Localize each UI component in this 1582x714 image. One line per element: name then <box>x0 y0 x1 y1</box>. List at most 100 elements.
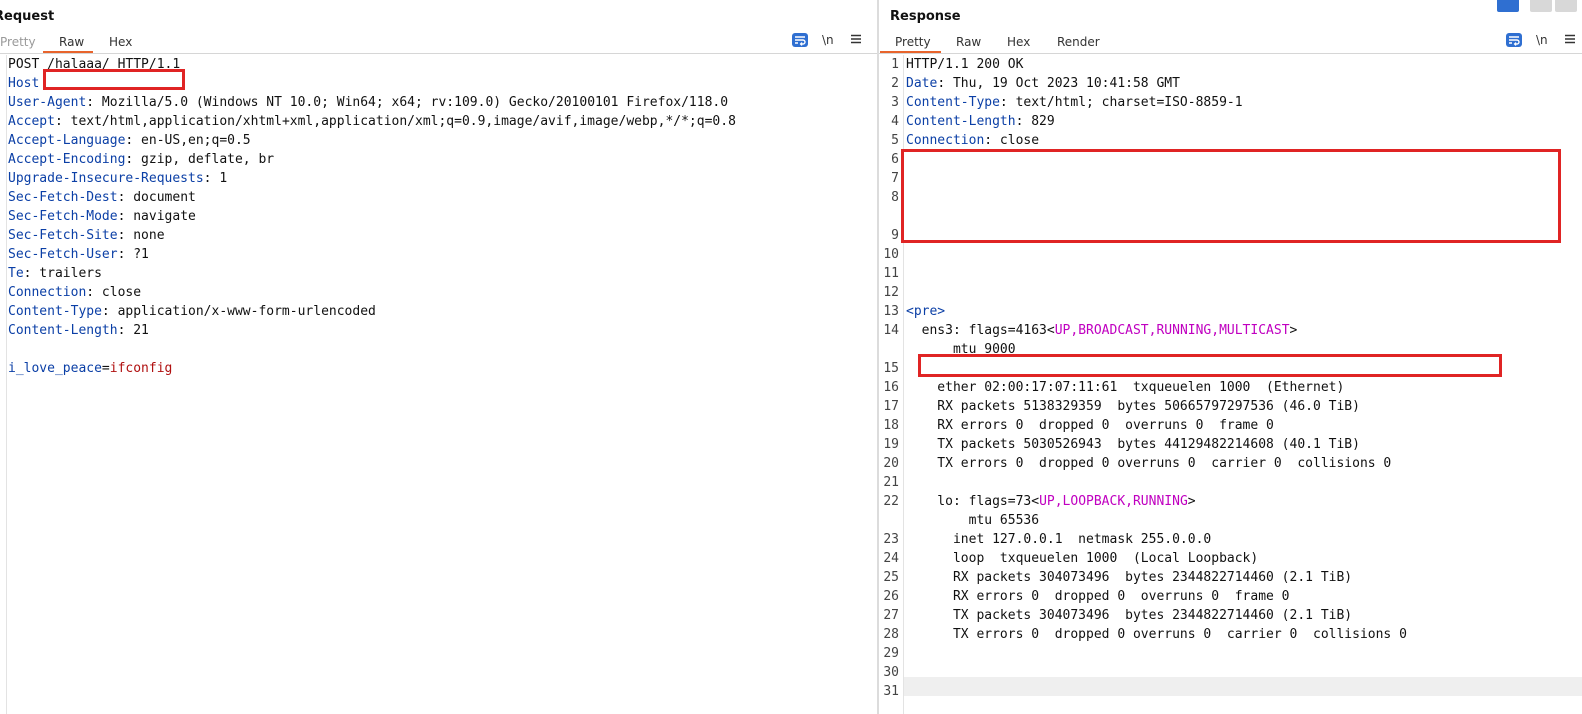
header-name: Sec-Fetch-User <box>8 247 118 262</box>
header-value: close <box>992 133 1040 148</box>
request-newline-toggle[interactable]: \n <box>822 33 834 47</box>
header-value: Thu, 19 Oct 2023 10:41:58 GMT <box>945 76 1180 91</box>
request-header-sec-fetch-mode: Sec-Fetch-Mode: navigate <box>8 209 196 224</box>
response-word-wrap-icon[interactable] <box>1506 33 1522 47</box>
header-name: Host <box>8 76 40 91</box>
header-name: Accept <box>8 114 55 129</box>
request-header-user-agent: User-Agent: Mozilla/5.0 (Windows NT 10.0… <box>8 95 729 110</box>
header-name: Sec-Fetch-Dest <box>8 190 118 205</box>
header-value: close <box>94 285 142 300</box>
header-value: ?1 <box>125 247 149 262</box>
response-active-tab-indicator <box>880 51 941 53</box>
layout-split-icon[interactable] <box>1497 0 1519 12</box>
response-tabbar: Pretty Raw Hex Render <box>879 33 1582 54</box>
line-number: 26 <box>883 589 899 604</box>
header-name: Connection <box>8 285 87 300</box>
header-value: navigate <box>125 209 196 224</box>
response-status-line: HTTP/1.1 200 OK <box>906 57 1024 72</box>
line-number: 1 <box>891 57 899 72</box>
line-number: 6 <box>891 152 899 167</box>
response-pre-tag: <pre> <box>906 304 946 319</box>
iface-suffix: > <box>1187 494 1196 509</box>
line-number: 19 <box>883 437 899 452</box>
iface-prefix: ens3: flags=4163< <box>906 323 1055 338</box>
header-name: Te <box>8 266 24 281</box>
request-tab-hex[interactable]: Hex <box>109 35 132 53</box>
header-name: User-Agent <box>8 95 87 110</box>
response-output-line: TX packets 304073496 bytes 2344822714460… <box>906 608 1353 623</box>
response-newline-toggle[interactable]: \n <box>1536 33 1548 47</box>
response-menu-icon[interactable] <box>1564 33 1576 48</box>
line-number: 28 <box>883 627 899 642</box>
header-name: Connection <box>906 133 985 148</box>
request-menu-icon[interactable] <box>850 33 862 48</box>
body-param-value: ifconfig <box>109 361 173 376</box>
line-number: 15 <box>883 361 899 376</box>
request-header-upgrade-insecure: Upgrade-Insecure-Requests: 1 <box>8 171 228 186</box>
response-output-line: loop txqueuelen 1000 (Local Loopback) <box>906 551 1259 566</box>
request-gutter <box>0 55 7 714</box>
line-number: 23 <box>883 532 899 547</box>
iface-suffix: > <box>1289 323 1298 338</box>
header-name: Content-Type <box>906 95 1000 110</box>
line-number: 27 <box>883 608 899 623</box>
header-value: text/html,application/xhtml+xml,applicat… <box>62 114 736 129</box>
response-title: Response <box>890 9 961 24</box>
body-param-name: i_love_peace <box>8 361 102 376</box>
iface-flags: UP,BROADCAST,RUNNING,MULTICAST <box>1054 323 1290 338</box>
iface-flags: UP,LOOPBACK,RUNNING <box>1039 494 1188 509</box>
header-name: Sec-Fetch-Mode <box>8 209 118 224</box>
line-number: 30 <box>883 665 899 680</box>
header-value: 1 <box>211 171 228 186</box>
header-value: trailers <box>31 266 102 281</box>
response-header-content-length: Content-Length: 829 <box>906 114 1055 129</box>
line-number: 24 <box>883 551 899 566</box>
redaction-box-inet <box>918 354 1502 377</box>
header-value: text/html; charset=ISO-8859-1 <box>1007 95 1243 110</box>
response-pane: Response Pretty Raw Hex Render \n 1 2 3 … <box>879 0 1582 714</box>
response-lo-flags: lo: flags=73<UP,LOOPBACK,RUNNING> <box>906 492 1582 511</box>
line-number: 10 <box>883 247 899 262</box>
line-number: 3 <box>891 95 899 110</box>
current-line-highlight <box>904 677 1582 696</box>
line-number: 20 <box>883 456 899 471</box>
line-number: 25 <box>883 570 899 585</box>
line-number: 5 <box>891 133 899 148</box>
response-header-connection: Connection: close <box>906 133 1040 148</box>
header-name: Accept-Language <box>8 133 126 148</box>
redaction-box-host <box>43 69 185 90</box>
request-header-sec-fetch-user: Sec-Fetch-User: ?1 <box>8 247 149 262</box>
request-header-content-type: Content-Type: application/x-www-form-url… <box>8 304 376 319</box>
line-number: 2 <box>891 76 899 91</box>
header-name: Upgrade-Insecure-Requests <box>8 171 204 186</box>
response-header-content-type: Content-Type: text/html; charset=ISO-885… <box>906 95 1243 110</box>
response-tab-raw[interactable]: Raw <box>956 35 981 53</box>
line-number: 13 <box>883 304 899 319</box>
header-name: Content-Length <box>8 323 118 338</box>
body-equals: = <box>101 361 110 376</box>
response-output-line: TX errors 0 dropped 0 overruns 0 carrier… <box>906 627 1407 642</box>
response-output-line: TX packets 5030526943 bytes 441294822146… <box>906 437 1360 452</box>
line-number: 18 <box>883 418 899 433</box>
request-tab-pretty[interactable]: Pretty <box>0 35 36 53</box>
line-number: 29 <box>883 646 899 661</box>
redaction-box-headers <box>901 149 1561 243</box>
request-header-te: Te: trailers <box>8 266 102 281</box>
line-number: 21 <box>883 475 899 490</box>
request-title: Request <box>0 9 55 24</box>
response-tab-render[interactable]: Render <box>1057 35 1100 53</box>
request-header-sec-fetch-site: Sec-Fetch-Site: none <box>8 228 165 243</box>
layout-horizontal-icon[interactable] <box>1530 0 1552 12</box>
header-value: gzip, deflate, br <box>133 152 275 167</box>
line-number: 12 <box>883 285 899 300</box>
response-output-line: RX packets 304073496 bytes 2344822714460… <box>906 570 1353 585</box>
request-header-content-length: Content-Length: 21 <box>8 323 149 338</box>
request-word-wrap-icon[interactable] <box>792 33 808 47</box>
line-number: 9 <box>891 228 899 243</box>
layout-vertical-icon[interactable] <box>1555 0 1577 12</box>
request-body: i_love_peace=ifconfig <box>8 359 877 378</box>
response-tab-hex[interactable]: Hex <box>1007 35 1030 53</box>
line-number: 14 <box>883 323 899 338</box>
response-output-line: inet 127.0.0.1 netmask 255.0.0.0 <box>906 532 1212 547</box>
line-number: 4 <box>891 114 899 129</box>
